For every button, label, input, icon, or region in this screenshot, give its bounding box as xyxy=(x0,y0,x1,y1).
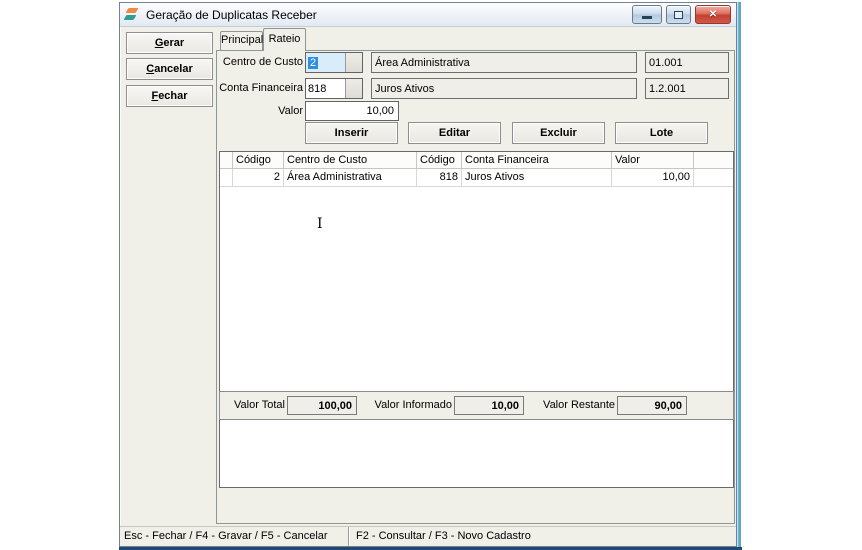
fechar-button-label: echar xyxy=(158,90,187,102)
row-indicator-cell xyxy=(220,169,233,187)
valor-total-field: 100,00 xyxy=(287,396,357,415)
centro-de-custo-ref-field: 01.001 xyxy=(645,52,729,73)
minimize-icon xyxy=(642,16,652,19)
window-controls: ✕ xyxy=(632,5,731,24)
window-border-accent-right xyxy=(737,2,741,547)
gerar-button[interactable]: Gerar xyxy=(126,32,213,54)
grid-header-filler xyxy=(694,152,733,169)
logo-bar-teal xyxy=(124,15,137,20)
window-title: Geração de Duplicatas Receber xyxy=(146,8,317,22)
cell-centro-de-custo: Área Administrativa xyxy=(284,169,417,187)
maximize-button[interactable] xyxy=(666,5,691,24)
cell-conta-financeira: Juros Ativos xyxy=(462,169,612,187)
cell-valor: 10,00 xyxy=(612,169,694,187)
gerar-button-label: erar xyxy=(163,37,184,49)
minimize-button[interactable] xyxy=(632,5,662,24)
valor-label: Valor xyxy=(219,101,303,122)
rateio-grid[interactable]: Código Centro de Custo Código Conta Fina… xyxy=(219,151,734,488)
selected-text: 2 xyxy=(308,57,318,69)
close-icon: ✕ xyxy=(709,10,717,20)
centro-de-custo-lookup-button[interactable] xyxy=(345,53,362,72)
valor-total-label: Valor Total xyxy=(225,396,285,415)
tab-principal[interactable]: Principal xyxy=(220,31,263,50)
status-left: Esc - Fechar / F4 - Gravar / F5 - Cancel… xyxy=(120,527,349,546)
cancelar-button-label: ancelar xyxy=(154,63,193,75)
valor-informado-label: Valor Informado xyxy=(370,396,452,415)
app-logo-icon xyxy=(124,7,140,22)
close-button[interactable]: ✕ xyxy=(695,5,731,24)
cell-filler xyxy=(694,169,733,187)
cell-codigo-cf: 818 xyxy=(417,169,462,187)
status-bar: Esc - Fechar / F4 - Gravar / F5 - Cancel… xyxy=(120,526,736,546)
cell-codigo-cc: 2 xyxy=(233,169,284,187)
valor-input[interactable]: 10,00 xyxy=(305,101,399,121)
tab-rateio[interactable]: Rateio xyxy=(263,28,306,51)
cancelar-button[interactable]: Cancelar xyxy=(126,58,213,80)
conta-financeira-code-value: 818 xyxy=(306,79,345,98)
ibeam-cursor: I xyxy=(317,217,323,231)
valor-informado-field: 10,00 xyxy=(454,396,524,415)
grid-header-codigo-cf: Código xyxy=(417,152,462,169)
grid-header-codigo-cc: Código xyxy=(233,152,284,169)
fechar-button[interactable]: Fechar xyxy=(126,85,213,107)
conta-financeira-name-field: Juros Ativos xyxy=(371,78,637,99)
title-bar[interactable]: Geração de Duplicatas Receber ✕ xyxy=(120,3,736,27)
grid-header-centro-de-custo: Centro de Custo xyxy=(284,152,417,169)
excluir-button[interactable]: Excluir xyxy=(512,122,605,144)
maximize-icon xyxy=(674,11,683,19)
status-right: F2 - Consultar / F3 - Novo Cadastro xyxy=(349,527,736,546)
grid-header-indicator xyxy=(220,152,233,169)
totals-panel: Valor Total 100,00 Valor Informado 10,00… xyxy=(219,391,734,420)
conta-financeira-ref-field: 1.2.001 xyxy=(645,78,729,99)
cancelar-button-accel: C xyxy=(146,63,154,75)
editar-button[interactable]: Editar xyxy=(408,122,501,144)
centro-de-custo-name-field: Área Administrativa xyxy=(371,52,637,73)
valor-restante-field: 90,00 xyxy=(617,396,687,415)
logo-bar-orange xyxy=(126,8,139,13)
tab-page-rateio: Centro de Custo 2 Área Administrativa 01… xyxy=(216,50,735,524)
centro-de-custo-label: Centro de Custo xyxy=(219,52,303,73)
inserir-button[interactable]: Inserir xyxy=(305,122,398,144)
lote-button[interactable]: Lote xyxy=(615,122,708,144)
valor-restante-label: Valor Restante xyxy=(538,396,615,415)
table-row[interactable]: 2 Área Administrativa 818 Juros Ativos 1… xyxy=(220,169,733,187)
conta-financeira-lookup-button[interactable] xyxy=(345,79,362,98)
app-window: Geração de Duplicatas Receber ✕ Gerar Ca… xyxy=(119,2,737,547)
centro-de-custo-code-value: 2 xyxy=(306,53,345,72)
grid-header-conta-financeira: Conta Financeira xyxy=(462,152,612,169)
grid-header-valor: Valor xyxy=(612,152,694,169)
centro-de-custo-code-input[interactable]: 2 xyxy=(305,52,363,73)
grid-header-row: Código Centro de Custo Código Conta Fina… xyxy=(220,152,733,169)
conta-financeira-code-input[interactable]: 818 xyxy=(305,78,363,99)
conta-financeira-label: Conta Financeira xyxy=(219,78,303,99)
